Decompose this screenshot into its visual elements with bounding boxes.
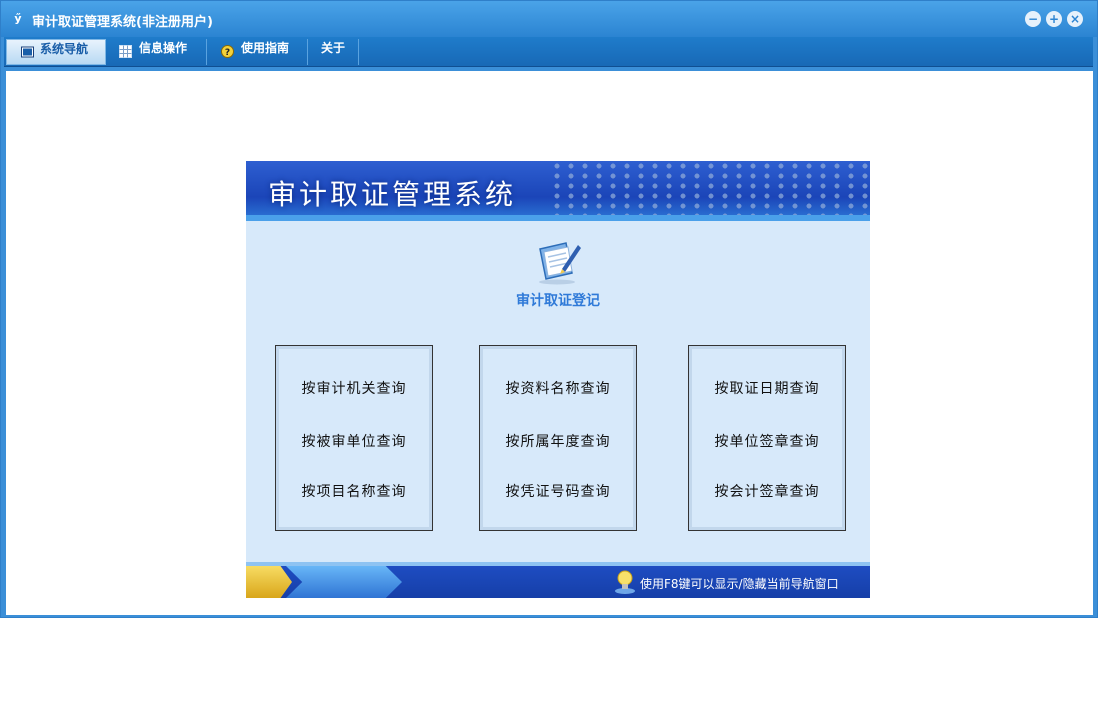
banner-title: 审计取证管理系统	[268, 178, 517, 211]
window-title: 审计取证管理系统(非注册用户)	[32, 15, 213, 30]
footer-stripe	[246, 562, 870, 566]
query-by-evidence-date[interactable]: 按取证日期查询	[689, 378, 845, 398]
app-window: ӳ 审计取证管理系统(非注册用户) − + × 系统导航 信息操作 ? 使用指南…	[0, 0, 1098, 618]
query-group-1: 按审计机关查询 按被审单位查询 按项目名称查询	[275, 345, 433, 531]
tab-label: 系统导航	[40, 42, 89, 56]
tab-label: 信息操作	[139, 41, 188, 55]
query-by-material-name[interactable]: 按资料名称查询	[480, 378, 636, 398]
svg-text:?: ?	[225, 48, 230, 58]
close-icon[interactable]: ×	[1067, 11, 1083, 27]
help-icon: ?	[221, 45, 234, 58]
query-group-3: 按取证日期查询 按单位签章查询 按会计签章查询	[688, 345, 846, 531]
query-group-2: 按资料名称查询 按所属年度查询 按凭证号码查询	[479, 345, 637, 531]
app-logo-icon: ӳ	[14, 12, 22, 25]
workspace: 审计取证管理系统 审计取证登记 按审计机关查询 按被审单位查询 按项目名称查询 …	[6, 71, 1093, 615]
lightbulb-icon	[615, 570, 635, 594]
menu-bar: 系统导航 信息操作 ? 使用指南 关于	[4, 37, 1093, 67]
tab-user-guide[interactable]: ? 使用指南	[208, 39, 308, 65]
register-icon[interactable]	[532, 239, 582, 285]
query-by-audit-agency[interactable]: 按审计机关查询	[276, 378, 432, 398]
window-controls: − + ×	[1025, 11, 1083, 27]
footer-tip: 使用F8键可以显示/隐藏当前导航窗口	[640, 577, 839, 591]
query-by-audited-unit[interactable]: 按被审单位查询	[276, 431, 432, 451]
banner: 审计取证管理系统	[246, 161, 870, 221]
tab-info-operations[interactable]: 信息操作	[107, 39, 207, 65]
query-by-voucher-number[interactable]: 按凭证号码查询	[480, 481, 636, 501]
register-link[interactable]: 审计取证登记	[508, 290, 608, 310]
query-by-accountant-seal[interactable]: 按会计签章查询	[689, 481, 845, 501]
query-by-project-name[interactable]: 按项目名称查询	[276, 481, 432, 501]
chevron-yellow-icon	[246, 566, 292, 598]
panel-footer: 使用F8键可以显示/隐藏当前导航窗口	[246, 562, 870, 598]
monitor-icon	[21, 46, 34, 58]
grid-icon	[119, 45, 132, 58]
tab-label: 关于	[321, 41, 346, 55]
navigation-panel: 审计取证管理系统 审计取证登记 按审计机关查询 按被审单位查询 按项目名称查询 …	[246, 161, 870, 598]
tab-label: 使用指南	[241, 41, 290, 55]
tab-about[interactable]: 关于	[309, 39, 359, 65]
chevron-blue-icon	[286, 566, 402, 598]
banner-stripe	[246, 215, 870, 221]
restore-icon[interactable]: +	[1046, 11, 1062, 27]
query-by-year[interactable]: 按所属年度查询	[480, 431, 636, 451]
minimize-icon[interactable]: −	[1025, 11, 1041, 27]
title-bar[interactable]: ӳ 审计取证管理系统(非注册用户) − + ×	[1, 1, 1097, 37]
banner-decoration	[550, 161, 870, 221]
tab-system-nav[interactable]: 系统导航	[6, 39, 106, 65]
query-by-unit-seal[interactable]: 按单位签章查询	[689, 431, 845, 451]
